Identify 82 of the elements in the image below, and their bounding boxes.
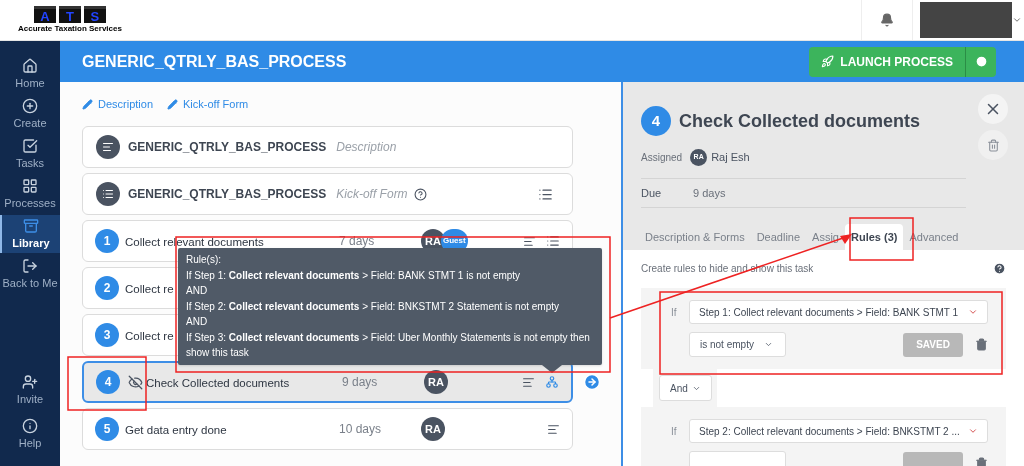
home-icon — [22, 58, 38, 74]
create-icon — [22, 98, 38, 114]
delete-button[interactable] — [978, 130, 1008, 160]
step-name: GENERIC_QTRLY_BAS_PROCESS — [128, 186, 327, 203]
close-button[interactable] — [978, 94, 1008, 124]
assignee-name: Raj Esh — [711, 149, 750, 165]
if-label: If — [671, 424, 678, 439]
sidebar-item[interactable]: Library — [0, 215, 60, 253]
logo: A T S Accurate Taxation Services — [18, 6, 122, 34]
processes-icon — [22, 178, 38, 194]
field-select[interactable]: Step 1: Collect relevant documents > Field: BANK STMT 1 — [689, 300, 988, 324]
sidebar-item[interactable]: Back to Me — [0, 255, 60, 293]
step-sublabel: Description — [336, 139, 397, 156]
clock-icon — [974, 55, 988, 68]
sidebar-item[interactable]: Invite — [0, 371, 60, 409]
step-name: Get data entry done — [125, 424, 227, 436]
sidebar-item[interactable]: Help — [0, 415, 60, 453]
library-icon — [23, 218, 39, 234]
tooltip-line: If Step 2: Collect relevant documents > Field: BNKSTMT 2 Statement is not empty — [186, 299, 561, 314]
tooltip-line: AND — [186, 284, 209, 298]
field-select[interactable]: Step 2: Collect relevant documents > Field: BNKSTMT 2 ... — [689, 419, 988, 443]
due-text: 7 days — [339, 233, 376, 250]
help-icon — [413, 187, 427, 201]
list-icon — [538, 186, 553, 202]
caret-icon — [1012, 15, 1022, 25]
sidebar-item[interactable]: Create — [0, 95, 60, 133]
tasks-icon — [22, 138, 38, 154]
notification-icon — [880, 13, 894, 27]
tooltip-line: If Step 3: Collect relevant documents > Field: Uber Monthly Statements is not empty then show this task — [186, 330, 591, 360]
process-title: GENERIC_QTRLY_BAS_PROCESS — [82, 51, 347, 72]
trash-icon — [986, 138, 1000, 152]
step-number: 4 — [641, 106, 671, 136]
arrow-right-icon — [583, 373, 601, 391]
panel-title: Check Collected documents — [679, 109, 921, 133]
step-name: Collect re — [125, 283, 174, 295]
back-icon — [22, 258, 38, 274]
sidebar-item[interactable]: Processes — [0, 175, 60, 213]
help-icon — [993, 261, 1006, 275]
sidebar-item[interactable]: Home — [0, 55, 60, 93]
caret-icon — [968, 426, 978, 436]
sidebar-item[interactable]: Tasks — [0, 135, 60, 173]
edit-link[interactable]: Description — [82, 95, 154, 113]
condition-select[interactable]: is not empty — [689, 332, 786, 357]
if-label: If — [671, 305, 678, 320]
edit-link[interactable]: Kick-off Form — [167, 95, 249, 113]
caret-icon — [968, 307, 978, 317]
list-icon — [96, 182, 120, 206]
description-icon — [522, 375, 535, 389]
step-number: 2 — [95, 276, 119, 300]
rocket-icon — [821, 55, 835, 68]
logo-tagline: Accurate Taxation Services — [18, 24, 122, 34]
hint-text: Create rules to hide and show this task — [641, 261, 814, 276]
step-name: Collect re — [125, 330, 174, 342]
task-card[interactable]: 5 Get data entry done 10 days RA — [82, 408, 573, 450]
step-card[interactable]: GENERIC_QTRLY_BAS_PROCESS Description — [82, 126, 573, 168]
pencil-icon — [82, 98, 93, 110]
tab[interactable]: Rules (3) — [844, 224, 904, 250]
due-label: Due — [641, 185, 663, 201]
delete-icon — [975, 338, 988, 351]
invite-icon — [22, 374, 38, 390]
tooltip-line: If Step 1: Collect relevant documents > Field: BANK STMT 1 is not empty — [186, 268, 522, 283]
due-value: 9 days — [693, 185, 726, 201]
caret-icon — [763, 340, 773, 349]
due-text: 9 days — [342, 374, 379, 391]
step-number: 3 — [95, 323, 119, 347]
tooltip-line: AND — [186, 315, 209, 329]
step-number: 1 — [95, 229, 119, 253]
avatar: RA — [424, 370, 448, 394]
help-icon — [22, 418, 38, 434]
step-card[interactable]: GENERIC_QTRLY_BAS_PROCESS Kick-off Form — [82, 173, 573, 215]
schedule-button[interactable] — [966, 46, 996, 77]
step-number: 4 — [96, 370, 120, 394]
assigned-label: Assigned — [641, 150, 683, 165]
connector-select[interactable]: And — [659, 375, 712, 401]
description-icon — [547, 422, 560, 436]
pencil-icon — [167, 98, 179, 110]
avatar: RA — [421, 417, 445, 441]
description-icon — [96, 135, 120, 159]
step-name: GENERIC_QTRLY_BAS_PROCESS — [128, 139, 327, 156]
step-sublabel: Kick-off Form — [336, 186, 408, 203]
step-number: 5 — [95, 417, 119, 441]
due-text: 10 days — [339, 421, 383, 438]
